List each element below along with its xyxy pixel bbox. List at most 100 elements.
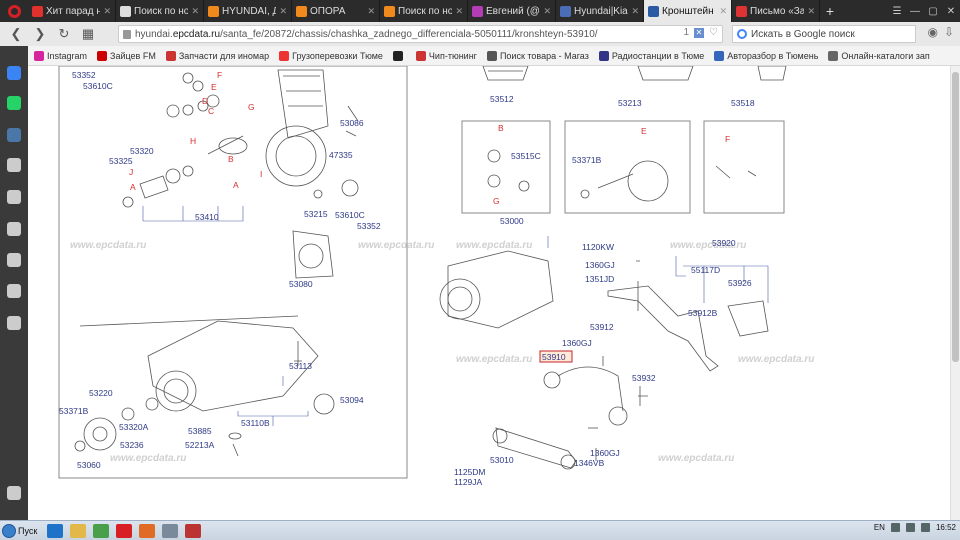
bookmark-8[interactable]: Авторазбор в Тюмень [714,50,818,61]
part-label[interactable]: 55117D [691,265,720,275]
paint-icon[interactable] [139,523,155,538]
explorer-icon[interactable] [70,523,86,538]
heart-icon[interactable] [7,222,21,236]
media-icon[interactable] [93,523,109,538]
tabs-menu-icon[interactable]: ☰ [888,0,906,22]
part-label[interactable]: 53926 [728,278,752,288]
grid-icon[interactable] [7,190,21,204]
ie-icon[interactable] [47,523,63,538]
part-label[interactable]: 53320 [130,146,154,156]
part-label[interactable]: 53371B [572,155,602,165]
part-label[interactable]: 1120KW [582,242,614,252]
part-label[interactable]: 53000 [500,216,524,226]
news-icon[interactable] [7,253,21,267]
tab-5[interactable]: Евгений (@ev✕ [468,0,556,22]
clear-icon[interactable]: ✕ [694,27,705,38]
part-label[interactable]: 53932 [632,373,656,383]
part-label[interactable]: 53113 [289,361,312,371]
highlighted-part-label[interactable]: 53910 [542,352,566,362]
tab-2[interactable]: HYUNDAI, Да✕ [204,0,292,22]
sidebar-toggle-icon[interactable] [7,486,21,500]
opera-menu-button[interactable] [0,0,28,22]
new-tab-button[interactable]: + [820,3,840,19]
bookmark-3[interactable]: Грузоперевозки Тюме [279,50,383,61]
tab-close-icon[interactable]: ✕ [631,6,639,17]
bookmark-2[interactable]: Запчасти для иномар [165,50,269,61]
vk-icon[interactable] [7,128,21,142]
part-label[interactable]: 53912B [688,308,718,318]
tab-4[interactable]: Поиск по ном✕ [380,0,468,22]
part-label[interactable]: 53086 [340,118,364,128]
tab-close-icon[interactable]: ✕ [455,6,463,17]
tab-3[interactable]: ОПОРА ✕ [292,0,380,22]
part-label[interactable]: 53518 [731,98,755,108]
part-label[interactable]: 52213A [185,440,215,450]
part-label[interactable]: 1346VB [574,458,605,468]
clock[interactable]: 16:52 [936,523,956,532]
tab-close-icon[interactable]: ✕ [191,6,199,17]
part-label[interactable]: 53610C [83,81,113,91]
part-label[interactable]: 53885 [188,426,212,436]
network-icon[interactable] [905,523,915,532]
part-label[interactable]: 53515C [511,151,541,161]
app-icon[interactable] [185,523,201,538]
tab-7[interactable]: Кронштейн н ✕ [644,0,732,22]
part-label[interactable]: 1360GJ [562,338,592,348]
whatsapp-icon[interactable] [7,96,21,110]
part-label[interactable]: 1360GJ [585,260,615,270]
part-label[interactable]: 53410 [195,212,219,222]
part-label[interactable]: 53512 [490,94,514,104]
calc-icon[interactable] [162,523,178,538]
tray-icon[interactable] [890,523,900,532]
bookmark-5[interactable]: Чип-тюнинг [415,50,477,61]
bookmark-7[interactable]: Радиостанции в Тюме [598,50,704,61]
part-label[interactable]: 53352 [357,221,381,231]
tab-close-icon[interactable]: ✕ [279,6,287,17]
bookmark-0[interactable]: Instagram [34,50,87,61]
minimize-button[interactable]: — [906,0,924,22]
bookmark-4[interactable] [392,50,406,61]
part-label[interactable]: 53371B [59,406,89,416]
part-label[interactable]: 53325 [109,156,133,166]
part-label[interactable]: 53220 [89,388,113,398]
part-label[interactable]: 53920 [712,238,736,248]
forward-button[interactable]: ❯ [30,24,50,44]
tab-6[interactable]: Hyundai|Kia 5✕ [556,0,644,22]
maximize-button[interactable]: ▢ [924,0,942,22]
part-label[interactable]: 53213 [618,98,642,108]
part-label[interactable]: 47335 [329,150,353,160]
messenger-icon[interactable] [7,66,21,80]
part-label[interactable]: 53610C [335,210,365,220]
settings-icon[interactable] [7,316,21,330]
tab-close-icon[interactable]: ✕ [103,6,111,17]
part-label[interactable]: 53215 [304,209,328,219]
part-label[interactable]: 53352 [72,70,96,80]
start-button[interactable]: Пуск [0,522,40,540]
part-label[interactable]: 53320A [119,422,149,432]
part-label[interactable]: 53080 [289,279,313,289]
part-label[interactable]: 1360GJ [590,448,620,458]
part-label[interactable]: 53060 [77,460,101,470]
camera-icon[interactable] [7,158,21,172]
search-field[interactable]: Искать в Google поиск [732,25,916,43]
download-icon[interactable]: ⇩ [944,25,954,39]
bookmark-6[interactable]: Поиск товара - Магаз [486,50,589,61]
reload-button[interactable]: ↻ [54,24,74,44]
history-icon[interactable] [7,284,21,298]
part-label[interactable]: 1351JD [585,274,614,284]
opera-icon[interactable] [116,523,132,538]
tab-0[interactable]: Хит парад на✕ [28,0,116,22]
tab-close-icon[interactable]: ✕ [543,6,551,17]
part-label[interactable]: 53094 [340,395,364,405]
scroll-thumb[interactable] [952,72,959,362]
part-label[interactable]: 53236 [120,440,144,450]
bookmark-1[interactable]: Зайцев FM [97,50,156,61]
speed-dial-button[interactable]: ▦ [78,24,98,44]
vertical-scrollbar[interactable] [950,66,960,520]
part-label[interactable]: 1125DM [454,467,486,477]
url-field[interactable]: hyundai. epcdata.ru/santa_fe/20872/chassi… [118,25,723,43]
tab-close-icon[interactable]: ✕ [367,6,375,17]
volume-icon[interactable] [920,523,930,532]
bookmark-9[interactable]: Онлайн-каталоги зап [828,50,930,61]
tab-8[interactable]: Письмо «Зак ✕ [732,0,820,22]
